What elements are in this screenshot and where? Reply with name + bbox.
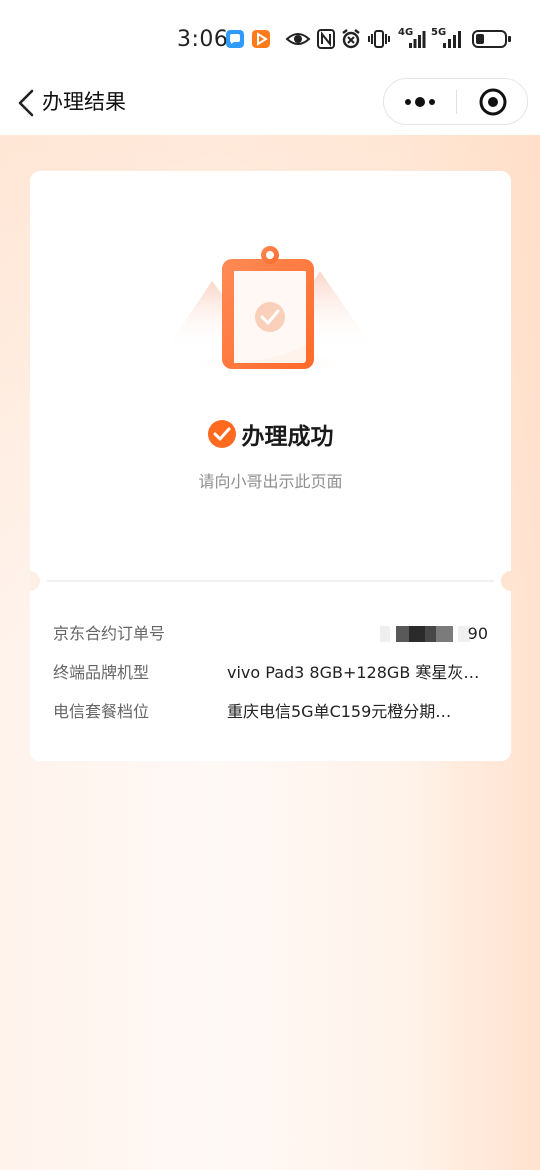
- mini-program-capsule: [383, 78, 528, 125]
- plan-tier-row: 电信套餐档位 重庆电信5G单C159元橙分期…: [53, 699, 493, 725]
- nfc-icon: [317, 29, 335, 49]
- order-number-label: 京东合约订单号: [53, 624, 166, 643]
- plan-tier-value: 重庆电信5G单C159元橙分期…: [227, 702, 452, 721]
- card-divider: [47, 580, 494, 582]
- result-title: 办理成功: [241, 424, 334, 450]
- chat-app-icon: [226, 30, 244, 48]
- result-hint: 请向小哥出示此页面: [198, 472, 343, 491]
- signal-4g-icon: [409, 31, 426, 48]
- order-number-row: 京东合约订单号 90: [53, 621, 493, 647]
- more-icon[interactable]: [384, 79, 456, 124]
- status-time: 3:06: [177, 27, 229, 52]
- card-notch-left: [30, 571, 40, 591]
- card-notch-right: [501, 571, 511, 591]
- result-card: 办理成功 请向小哥出示此页面 京东合约订单号 90 终端品牌机型 vivo Pa…: [30, 171, 511, 761]
- success-check-icon: [207, 420, 236, 448]
- close-target-icon[interactable]: [457, 79, 529, 124]
- result-status: 办理成功: [30, 417, 511, 451]
- vibrate-icon: [368, 30, 390, 48]
- clipboard-success-illustration: [165, 246, 375, 373]
- plan-tier-label: 电信套餐档位: [53, 702, 150, 721]
- status-bar: 3:06 4G 5G: [0, 0, 540, 78]
- back-icon[interactable]: [14, 88, 40, 118]
- nav-bar: 办理结果: [0, 78, 540, 135]
- device-model-value: vivo Pad3 8GB+128GB 寒星灰…: [227, 663, 480, 682]
- video-app-icon: [252, 30, 270, 48]
- page-title: 办理结果: [42, 90, 126, 114]
- battery-icon: [472, 30, 511, 48]
- eye-icon: [285, 33, 311, 45]
- alarm-icon: [342, 29, 360, 49]
- signal-5g-icon: [443, 31, 461, 48]
- order-number-value: 90: [467, 624, 488, 643]
- device-model-row: 终端品牌机型 vivo Pad3 8GB+128GB 寒星灰…: [53, 660, 493, 686]
- device-model-label: 终端品牌机型: [53, 663, 150, 682]
